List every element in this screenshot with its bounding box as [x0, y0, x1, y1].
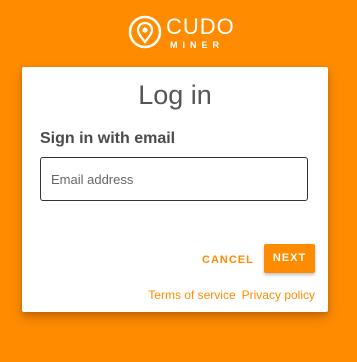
login-card: Log in Sign in with email CANCEL NEXT Te…	[22, 67, 328, 312]
page-title: Log in	[138, 80, 212, 110]
email-field-container	[40, 157, 308, 201]
terms-of-service-link[interactable]: Terms of service	[148, 288, 235, 302]
cancel-button[interactable]: CANCEL	[198, 248, 258, 272]
brand-header: CUDO MINER	[0, 14, 357, 58]
sign-in-subtitle: Sign in with email	[40, 130, 176, 147]
footer-links: Terms of service Privacy policy	[148, 288, 315, 302]
email-field[interactable]	[41, 158, 307, 200]
brand-name: CUDO	[166, 14, 235, 39]
next-button[interactable]: NEXT	[264, 244, 315, 273]
brand-subname: MINER	[170, 40, 224, 50]
privacy-policy-link[interactable]: Privacy policy	[242, 288, 315, 302]
cudo-logo-icon	[128, 15, 162, 49]
